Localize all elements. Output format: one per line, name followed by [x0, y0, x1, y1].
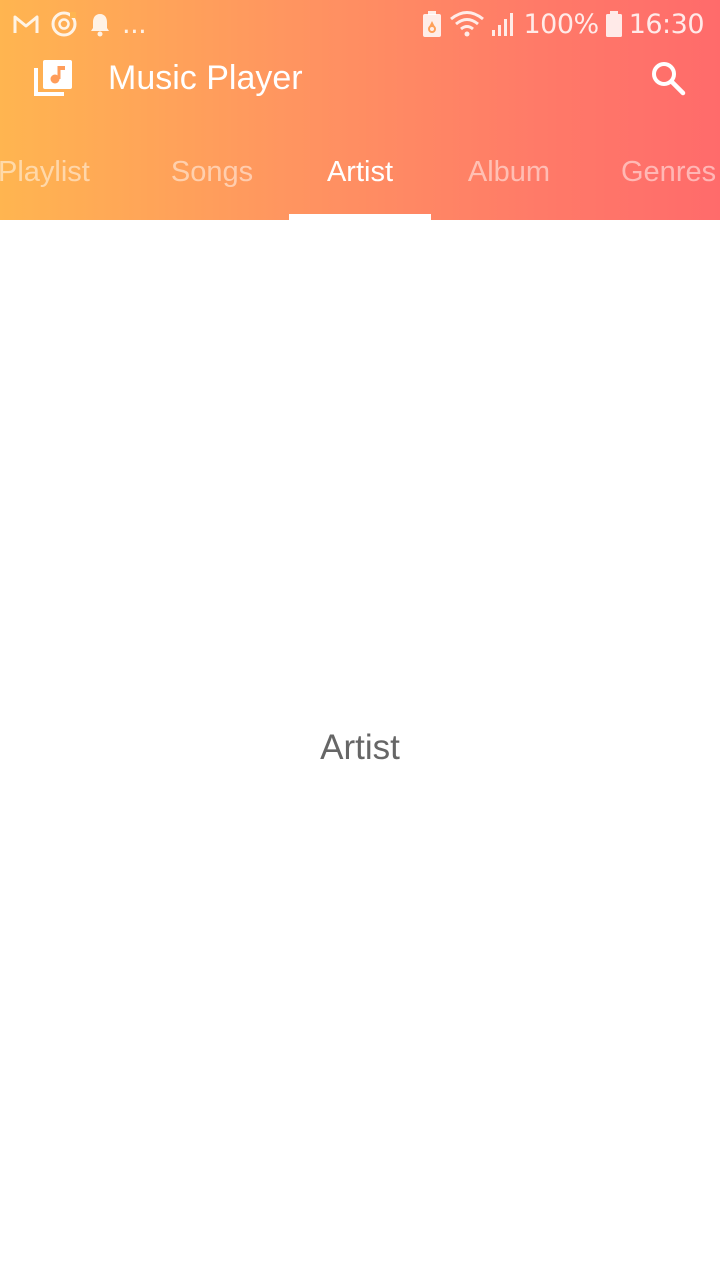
- tab-artist[interactable]: Artist: [289, 132, 431, 220]
- tab-songs[interactable]: Songs: [150, 132, 274, 220]
- tab-playlist[interactable]: Playlist: [0, 132, 108, 220]
- search-icon[interactable]: [650, 60, 686, 96]
- battery-saver-icon: [421, 10, 443, 38]
- overflow-dots: ...: [122, 8, 147, 40]
- status-bar: ... 100% 16:30: [0, 0, 720, 48]
- music-library-icon: [34, 58, 74, 98]
- battery-icon: [605, 10, 623, 38]
- toolbar: Music Player: [0, 48, 720, 112]
- app-header: ... 100% 16:30 Music Player Playlist Son…: [0, 0, 720, 220]
- music-player-app: ... 100% 16:30 Music Player Playlist Son…: [0, 0, 720, 1280]
- clock: 16:30: [628, 8, 705, 40]
- artist-page: Artist: [0, 220, 720, 1280]
- page-placeholder-label: Artist: [320, 728, 400, 767]
- status-bar-right: 100% 16:30: [421, 6, 705, 42]
- tab-genres[interactable]: Genres: [621, 132, 720, 220]
- app-title: Music Player: [108, 59, 303, 97]
- tab-bar: Playlist Songs Artist Album Genres: [0, 132, 720, 220]
- gmail-icon: [12, 13, 40, 35]
- tab-album[interactable]: Album: [446, 132, 572, 220]
- battery-percent: 100%: [523, 8, 599, 40]
- status-bar-left: ...: [12, 8, 147, 40]
- notification-bell-icon: [88, 11, 112, 37]
- wifi-icon: [449, 10, 485, 38]
- sync-icon: [50, 10, 78, 38]
- signal-icon: [491, 10, 517, 38]
